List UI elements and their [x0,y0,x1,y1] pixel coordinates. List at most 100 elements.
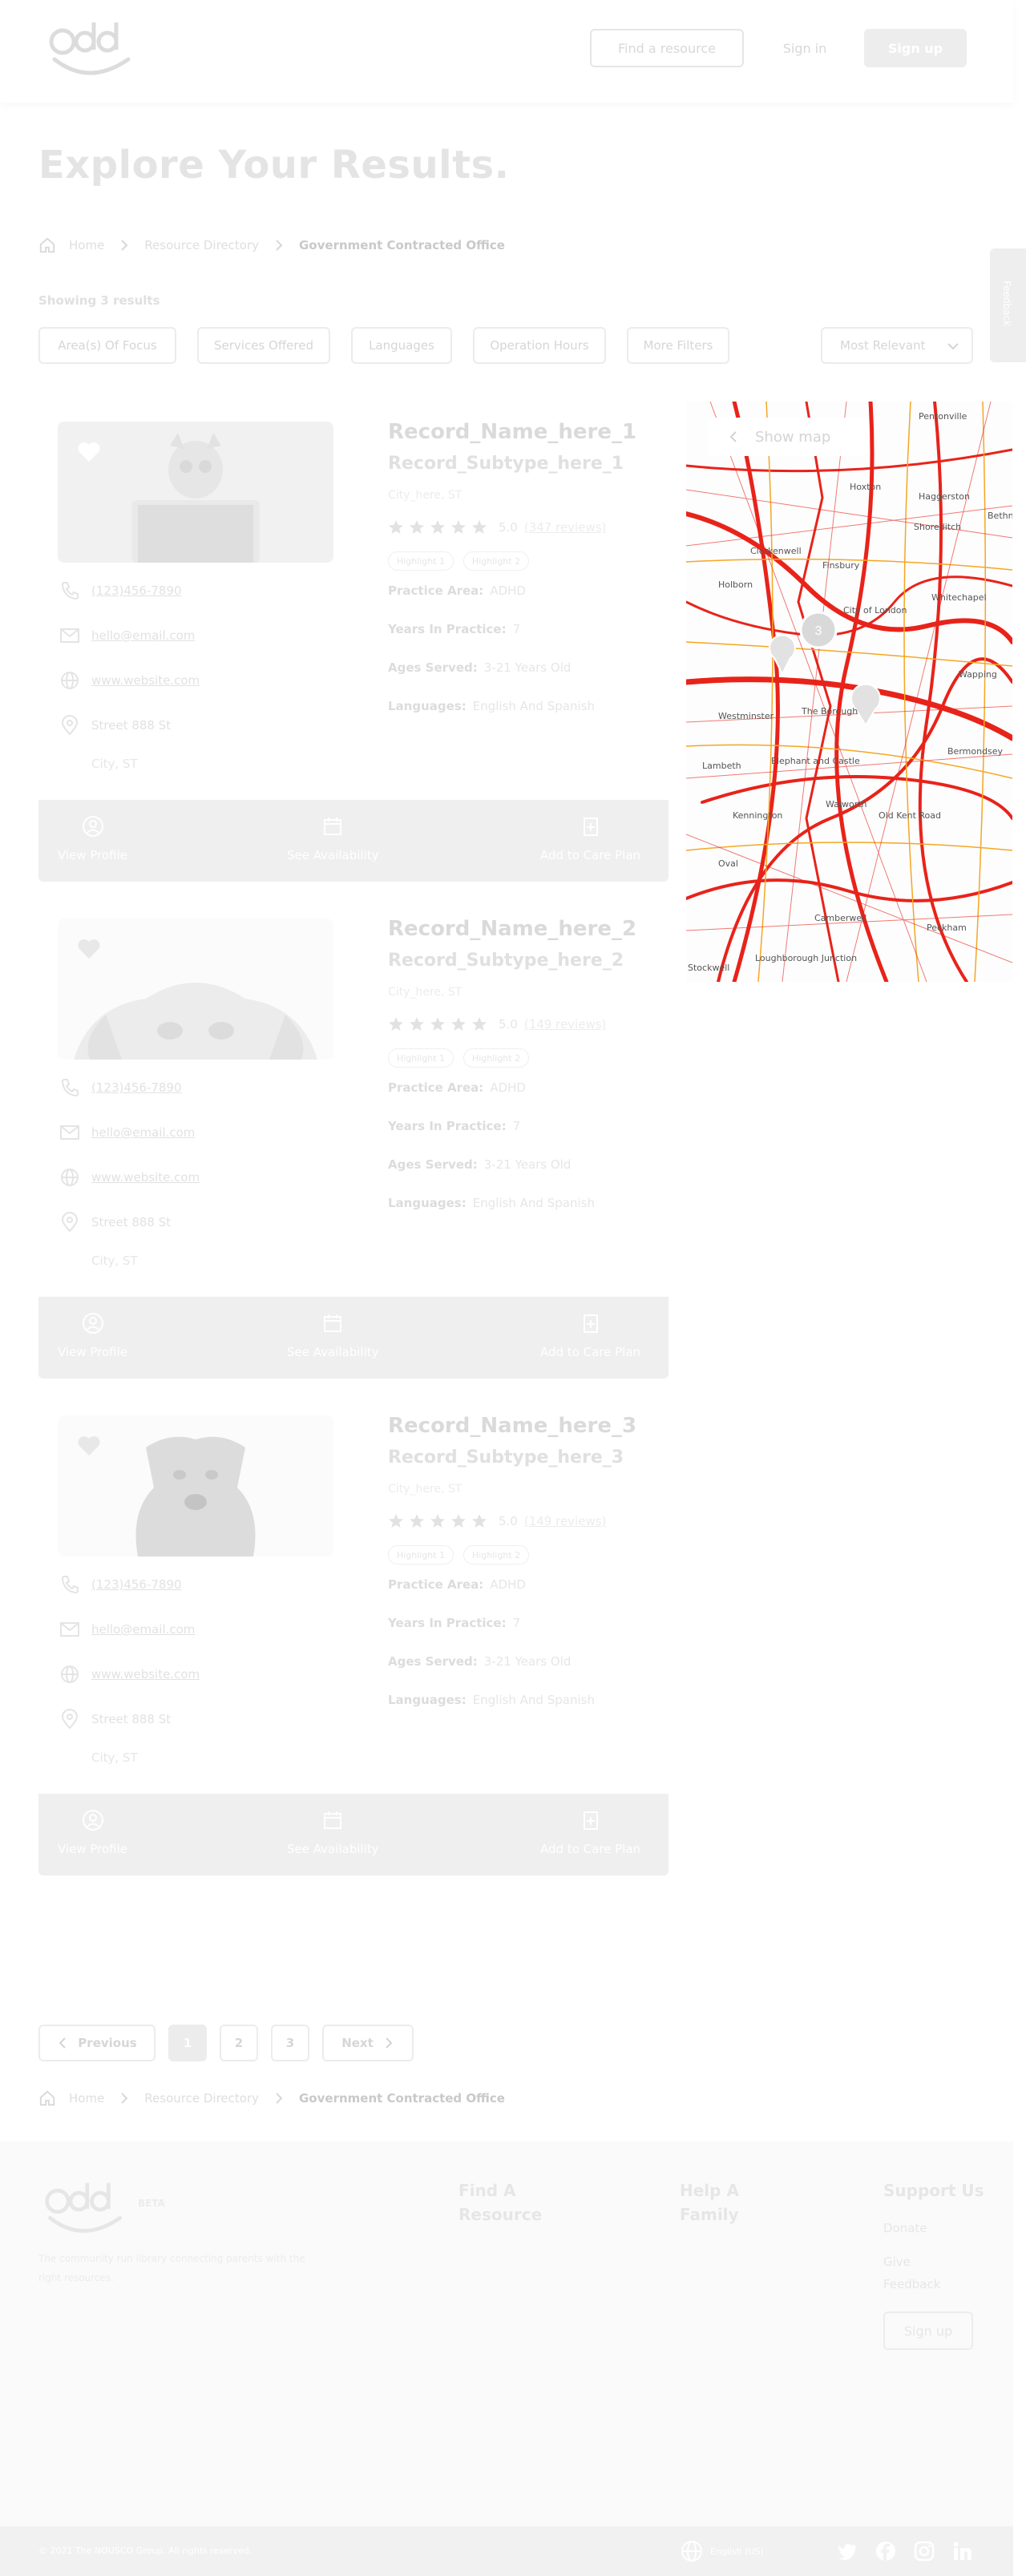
see-availability-label: See Availability [287,848,379,862]
feedback-label: Feedback [1001,281,1012,327]
filter-more-filters[interactable]: More Filters [627,327,729,364]
record-name[interactable]: Record_Name_here_1 [388,420,636,444]
reviews-link[interactable]: (347 reviews) [524,520,607,535]
map-label: Finsbury [822,560,860,571]
filter-area-of-focus[interactable]: Area(s) Of Focus [38,327,176,364]
breadcrumb-current: Government Contracted Office [299,238,505,252]
breadcrumb-home[interactable]: Home [69,238,104,252]
reviews-link[interactable]: (149 reviews) [524,1017,607,1032]
ages-served: Ages Served: 3-21 Years Old [388,660,571,675]
home-icon[interactable] [38,2089,56,2107]
add-to-care-plan-button[interactable]: Add to Care Plan [540,1808,640,1856]
street-value: Street 888 St [91,1215,172,1229]
map-pin-marker[interactable] [850,683,881,727]
sort-select[interactable]: Most Relevant [821,327,973,364]
phone-contact[interactable]: (123)456-7890 [59,1574,182,1595]
map-pin-marker[interactable] [769,634,796,676]
page-button-2[interactable]: 2 [220,2025,258,2061]
previous-page-button[interactable]: Previous [38,2025,156,2061]
find-resource-button[interactable]: Find a resource [590,29,744,67]
email-contact[interactable]: hello@email.com [59,625,195,646]
footer-support-us: Support Us [883,2181,984,2200]
website-contact[interactable]: www.website.com [59,1664,200,1685]
email-contact[interactable]: hello@email.com [59,1619,195,1640]
rating: 5.0 (347 reviews) [388,519,606,535]
home-icon[interactable] [38,236,56,254]
view-profile-button[interactable]: View Profile [58,1311,127,1359]
breadcrumb-home[interactable]: Home [69,2091,104,2106]
email-contact[interactable]: hello@email.com [59,1122,195,1143]
record-subtype: Record_Subtype_here_2 [388,951,624,971]
record-city: City_here, ST [388,489,463,502]
page-button-3[interactable]: 3 [271,2025,309,2061]
map-label: Hoxton [850,482,882,492]
filter-services-offered[interactable]: Services Offered [197,327,330,364]
email-value[interactable]: hello@email.com [91,628,195,643]
website-value[interactable]: www.website.com [91,1170,200,1185]
reviews-link[interactable]: (149 reviews) [524,1514,607,1528]
add-to-care-plan-button[interactable]: Add to Care Plan [540,1311,640,1359]
record-name[interactable]: Record_Name_here_3 [388,1414,636,1438]
view-profile-button[interactable]: View Profile [58,1808,127,1856]
map-label: Old Kent Road [879,810,942,821]
twitter-icon[interactable] [837,2541,858,2562]
highlight-badge: Highlight 2 [463,1545,529,1565]
email-value[interactable]: hello@email.com [91,1125,195,1140]
map-label: Bethn [988,511,1012,521]
website-value[interactable]: www.website.com [91,1667,200,1682]
years-label: Years In Practice: [388,1119,507,1133]
phone-value[interactable]: (123)456-7890 [91,583,182,598]
globe-icon [61,1169,79,1186]
phone-contact[interactable]: (123)456-7890 [59,1077,182,1098]
favorite-heart-icon[interactable] [77,938,101,960]
website-value[interactable]: www.website.com [91,673,200,688]
phone-value[interactable]: (123)456-7890 [91,1577,182,1592]
filter-operation-hours[interactable]: Operation Hours [473,327,606,364]
favorite-heart-icon[interactable] [77,1435,101,1457]
instagram-icon[interactable] [914,2541,935,2562]
linkedin-icon[interactable] [952,2541,973,2562]
next-label: Next [341,2036,374,2050]
next-page-button[interactable]: Next [322,2025,414,2061]
view-profile-button[interactable]: View Profile [58,814,127,862]
footer-give-feedback-link[interactable]: Give Feedback [883,2251,955,2295]
see-availability-button[interactable]: See Availability [287,814,379,862]
results-map[interactable]: 3 Pentonville Haggerston Bethn Hoxton Sh… [686,402,1012,982]
page-button-1[interactable]: 1 [168,2025,207,2061]
website-contact[interactable]: www.website.com [59,670,200,691]
footer-sign-up-button[interactable]: Sign up [883,2312,973,2350]
language-selector[interactable]: English (US) [680,2539,764,2563]
breadcrumb-directory[interactable]: Resource Directory [144,2091,259,2106]
clipboard-plus-icon [583,818,598,836]
see-availability-button[interactable]: See Availability [287,1311,379,1359]
filter-languages[interactable]: Languages [351,327,452,364]
favorite-heart-icon[interactable] [77,441,101,463]
feedback-tab[interactable]: Feedback [990,248,1026,362]
beta-badge: BETA [138,2198,165,2209]
footer-find-resource[interactable]: Find A Resource [458,2178,555,2227]
oddy-logo[interactable] [38,2178,131,2236]
phone-value[interactable]: (123)456-7890 [91,1080,182,1095]
facebook-icon[interactable] [875,2541,896,2562]
map-label: Stockwell [688,963,730,973]
breadcrumb-directory[interactable]: Resource Directory [144,238,259,252]
sign-up-button[interactable]: Sign up [864,29,967,67]
website-contact[interactable]: www.website.com [59,1167,200,1188]
star-icon [410,520,424,534]
record-name[interactable]: Record_Name_here_2 [388,917,636,941]
sign-in-link[interactable]: Sign in [770,29,840,67]
email-value[interactable]: hello@email.com [91,1622,195,1637]
phone-contact[interactable]: (123)456-7890 [59,580,182,601]
footer-help-family[interactable]: Help A Family [680,2178,752,2227]
years-label: Years In Practice: [388,622,507,636]
add-to-care-plan-button[interactable]: Add to Care Plan [540,814,640,862]
oddy-logo[interactable] [45,18,138,79]
languages-label: Languages: [388,1693,467,1707]
show-map-button[interactable]: Show map [709,418,869,456]
see-availability-button[interactable]: See Availability [287,1808,379,1856]
bottom-bar: © 2021 The NOUSCO Group. All rights rese… [0,2526,1013,2576]
view-profile-label: View Profile [58,1345,128,1359]
star-icon [430,1514,445,1528]
footer-donate-link[interactable]: Donate [883,2217,927,2239]
add-to-care-plan-label: Add to Care Plan [540,848,641,862]
